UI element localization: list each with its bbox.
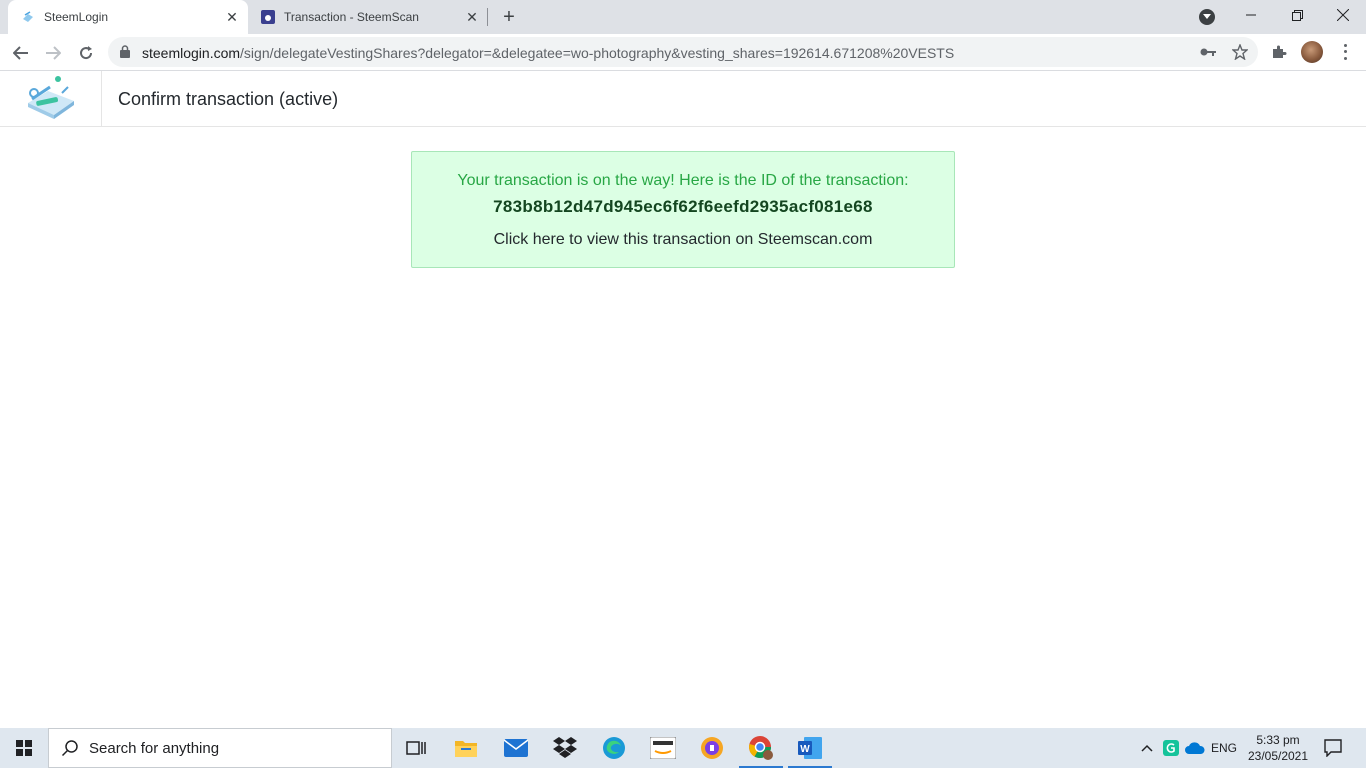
amazon-icon[interactable]	[639, 728, 687, 768]
tray-chevron-up-icon[interactable]	[1138, 728, 1156, 768]
task-view-icon[interactable]	[392, 728, 440, 768]
search-icon	[61, 739, 79, 757]
close-tab-icon[interactable]: ✕	[224, 9, 240, 25]
taskbar-search-box[interactable]: Search for anything	[48, 728, 392, 768]
header-divider	[101, 71, 102, 126]
dropbox-icon[interactable]	[541, 728, 589, 768]
reload-icon[interactable]	[73, 40, 99, 66]
url-host: steemlogin.com	[142, 45, 241, 61]
mail-icon[interactable]	[492, 728, 540, 768]
windows-taskbar: Search for anything W ENG 5:33 pm 23/05/…	[0, 728, 1366, 768]
steemlogin-favicon-icon	[20, 9, 36, 25]
app-header: Confirm transaction (active)	[0, 71, 1366, 127]
tab-title: Transaction - SteemScan	[284, 10, 419, 24]
close-window-icon[interactable]	[1320, 0, 1366, 30]
forward-icon[interactable]	[40, 40, 66, 66]
url-text: steemlogin.com/sign/delegateVestingShare…	[142, 45, 954, 61]
tab-search-icon[interactable]	[1199, 9, 1215, 25]
profile-avatar[interactable]	[1301, 41, 1323, 63]
chrome-menu-icon[interactable]	[1340, 42, 1350, 62]
grammarly-icon[interactable]	[1161, 728, 1181, 768]
transaction-id: 783b8b12d47d945ec6f62f6eefd2935acf081e68	[493, 197, 873, 216]
view-on-steemscan-link[interactable]: Click here to view this transaction on S…	[412, 231, 954, 249]
url-path: /sign/delegateVestingShares?delegator=&d…	[240, 45, 955, 61]
extensions-puzzle-icon[interactable]	[1269, 42, 1289, 62]
tab-steemlogin[interactable]: SteemLogin ✕	[8, 0, 248, 34]
bookmark-star-icon[interactable]	[1232, 44, 1248, 60]
clock-date: 23/05/2021	[1247, 749, 1309, 763]
search-placeholder: Search for anything	[89, 739, 220, 757]
tab-title: SteemLogin	[44, 10, 109, 24]
minimize-icon[interactable]	[1228, 0, 1274, 30]
language-indicator[interactable]: ENG	[1208, 728, 1240, 768]
svg-text:W: W	[800, 744, 810, 755]
page-title: Confirm transaction (active)	[118, 89, 339, 109]
file-explorer-icon[interactable]	[442, 728, 490, 768]
success-alert: Your transaction is on the way! Here is …	[411, 151, 955, 268]
word-icon[interactable]: W	[786, 728, 834, 768]
new-tab-icon[interactable]: +	[498, 6, 520, 28]
windows-start-icon[interactable]	[0, 728, 48, 768]
chrome-taskbar-icon[interactable]	[737, 728, 785, 768]
lock-icon[interactable]	[120, 45, 130, 63]
system-clock[interactable]: 5:33 pm 23/05/2021	[1246, 732, 1310, 764]
key-icon[interactable]	[1200, 44, 1216, 60]
tab-separator	[487, 8, 488, 26]
success-message: Your transaction is on the way! Here is …	[457, 172, 909, 189]
onedrive-cloud-icon[interactable]	[1184, 728, 1206, 768]
edge-browser-icon[interactable]	[590, 728, 638, 768]
clock-time: 5:33 pm	[1256, 733, 1300, 747]
address-bar[interactable]: steemlogin.com/sign/delegateVestingShare…	[108, 37, 1258, 67]
tab-steemscan[interactable]: Transaction - SteemScan ✕	[248, 0, 488, 34]
notifications-icon[interactable]	[1318, 728, 1348, 768]
browser-tab-strip: SteemLogin ✕ Transaction - SteemScan ✕ +	[0, 0, 1366, 34]
steemlogin-logo[interactable]	[22, 73, 80, 123]
close-tab-icon[interactable]: ✕	[464, 9, 480, 25]
restore-icon[interactable]	[1274, 0, 1320, 30]
browser-toolbar: steemlogin.com/sign/delegateVestingShare…	[0, 34, 1366, 71]
vpn-shield-icon[interactable]	[688, 728, 736, 768]
back-icon[interactable]	[8, 40, 34, 66]
steemscan-favicon-icon	[260, 9, 276, 25]
